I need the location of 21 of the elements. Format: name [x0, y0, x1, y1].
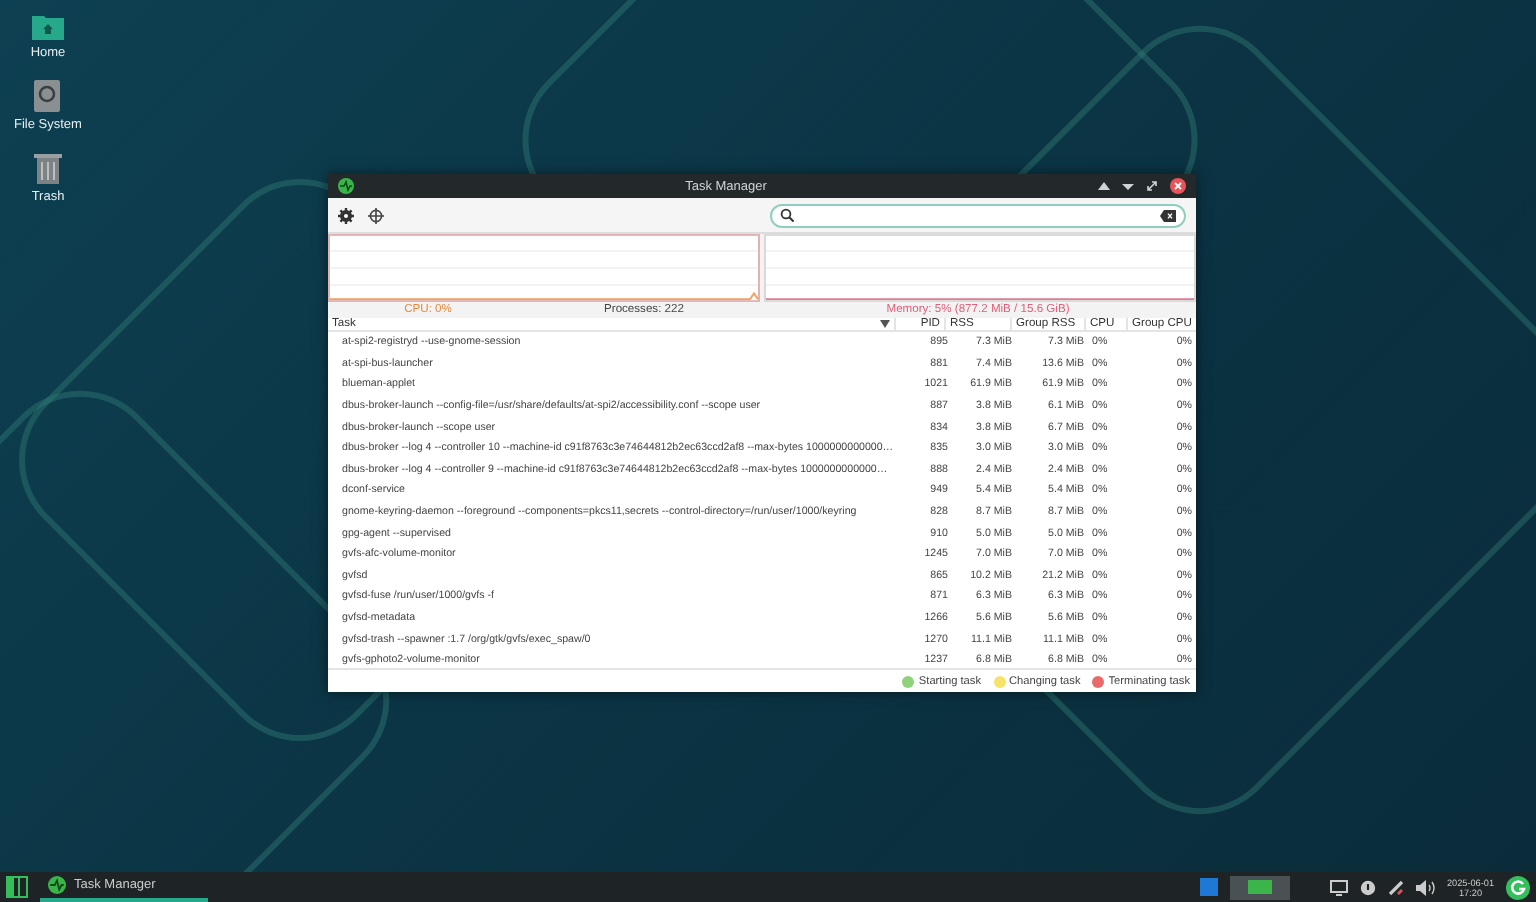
minimize-icon[interactable] [1122, 180, 1134, 192]
search-icon [780, 208, 794, 222]
search-field[interactable] [770, 203, 1186, 227]
maximize-icon[interactable] [1146, 180, 1158, 192]
trash-icon[interactable] [34, 152, 62, 184]
close-icon[interactable] [1170, 178, 1186, 194]
app-icon [338, 178, 354, 194]
keep-above-icon[interactable] [1098, 180, 1110, 192]
monitor-icon[interactable] [1329, 879, 1347, 895]
clear-icon[interactable] [1160, 209, 1176, 221]
app-icon [48, 876, 66, 894]
drive-icon[interactable] [34, 80, 61, 112]
window-thumbnail[interactable] [1229, 875, 1289, 899]
settings-icon[interactable] [338, 207, 354, 223]
volume-icon[interactable] [1415, 879, 1435, 895]
workspace-icon[interactable] [1199, 878, 1217, 896]
crosshair-icon[interactable] [368, 207, 384, 223]
info-icon[interactable] [1359, 879, 1375, 895]
update-icon[interactable] [1506, 875, 1530, 899]
menu-logo-icon[interactable] [6, 876, 28, 898]
folder-icon[interactable] [32, 12, 64, 40]
